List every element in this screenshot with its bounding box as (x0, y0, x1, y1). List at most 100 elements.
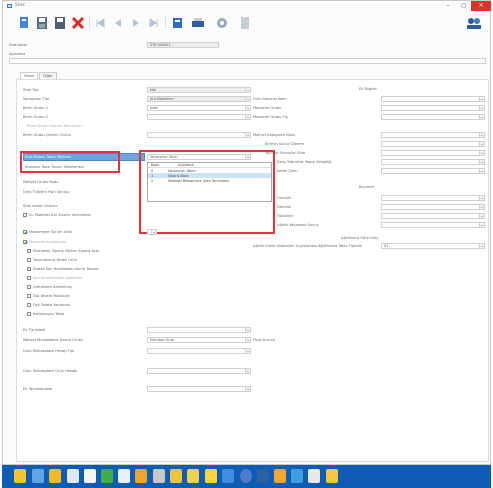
chevron-down-icon[interactable] (479, 244, 484, 248)
chevron-down-icon[interactable] (479, 214, 484, 218)
chevron-down-icon[interactable] (245, 387, 250, 391)
chevron-down-icon[interactable] (479, 169, 484, 173)
checkbox[interactable] (27, 294, 31, 298)
stok-tipi-field[interactable]: Mal (147, 87, 251, 93)
right-field[interactable] (381, 141, 485, 147)
checkbox-row[interactable]: Ekonomik Sipariş Miktarı Sipariş Ayar (27, 248, 100, 254)
chevron-down-icon[interactable] (245, 328, 250, 332)
mail-icon[interactable] (67, 469, 79, 483)
folder-icon[interactable] (14, 469, 26, 483)
chevron-down-icon[interactable] (479, 223, 484, 227)
right-field[interactable] (381, 114, 485, 120)
tool-icon[interactable] (153, 469, 165, 483)
checkbox[interactable] (27, 303, 31, 307)
prev-record-icon[interactable] (111, 15, 125, 31)
first-record-icon[interactable] (93, 15, 107, 31)
right-field[interactable] (381, 150, 485, 156)
save-close-icon[interactable] (53, 15, 67, 31)
checkbox-row[interactable]: Tüp Tabela Yapılacak (27, 293, 70, 299)
urun-hesap-tipi-field[interactable] (147, 348, 251, 354)
ek-tip-field[interactable] (147, 327, 251, 333)
tab-diger[interactable]: Diğer (39, 72, 57, 79)
right-field[interactable] (381, 204, 485, 210)
sheet-icon[interactable] (101, 469, 113, 483)
cevrim-grubu-field[interactable] (147, 132, 251, 138)
checkbox[interactable] (27, 267, 31, 271)
right-field[interactable] (381, 96, 485, 102)
checkbox[interactable] (27, 276, 31, 280)
right-field[interactable] (381, 213, 485, 219)
chevron-down-icon[interactable] (245, 88, 250, 92)
maliyet-hesap-field[interactable]: Standart Grup (147, 337, 251, 343)
chevron-down-icon[interactable] (479, 151, 484, 155)
checkbox-row[interactable]: Stokta Son Hareketten Sonra Taşındı (27, 266, 99, 272)
aciklama-field[interactable] (9, 58, 486, 64)
checkbox[interactable] (23, 230, 27, 234)
chevron-down-icon[interactable] (479, 160, 484, 164)
chevron-down-icon[interactable] (245, 369, 250, 373)
report-icon[interactable] (171, 15, 185, 31)
checkbox-row[interactable]: Son Sıralamadaki Aşamalar (27, 275, 82, 281)
checkbox-row[interactable]: Üretimden Kaldırılmış (27, 284, 72, 290)
ek-tanimlamalar-field[interactable] (147, 386, 251, 392)
checkbox[interactable] (27, 312, 31, 316)
chevron-down-icon[interactable] (245, 97, 250, 101)
tab-genel[interactable]: Genel (20, 72, 39, 79)
right-field[interactable] (381, 132, 485, 138)
document-icon[interactable] (238, 15, 252, 31)
grid-icon[interactable] (205, 469, 217, 483)
last-record-icon[interactable] (147, 15, 161, 31)
chevron-down-icon[interactable] (245, 338, 250, 342)
checkbox-row[interactable]: Fişli Tabela Yapılacak (27, 302, 70, 308)
checkbox-row[interactable]: Su Maddesi İçin Sipariş Verilebilsin (23, 212, 91, 218)
folder-icon[interactable] (274, 469, 286, 483)
files-icon[interactable] (49, 469, 61, 483)
calendar-icon[interactable] (84, 469, 96, 483)
right-field[interactable] (381, 105, 485, 111)
notes-icon[interactable] (187, 469, 199, 483)
varsayilan-tipi-field[interactable]: Ara Mamülleri (147, 96, 251, 102)
star-icon[interactable] (326, 469, 338, 483)
stok-kodu-field[interactable]: STK 000001 (147, 42, 219, 48)
birim-grubu-1-field[interactable]: Adet (147, 105, 251, 111)
app-icon[interactable] (118, 469, 130, 483)
save-icon[interactable] (35, 15, 49, 31)
checkbox-row[interactable]: Kalibrasyon Takip (27, 311, 64, 317)
open-icon[interactable] (17, 15, 31, 31)
checkbox[interactable] (23, 213, 27, 217)
urun-hesabi-field[interactable] (147, 368, 251, 374)
chevron-down-icon[interactable] (479, 196, 484, 200)
sound-icon[interactable] (257, 469, 269, 483)
settings-icon[interactable] (240, 469, 252, 483)
next-record-icon[interactable] (129, 15, 143, 31)
checkbox-row[interactable]: Malzemede Sürüm Artık (23, 229, 72, 235)
checkbox-row[interactable]: Tanımlanmış Yedek Ürün (27, 257, 77, 263)
chevron-down-icon[interactable] (245, 115, 250, 119)
checkbox[interactable] (27, 258, 31, 262)
birim-grubu-2-field[interactable] (147, 114, 251, 120)
chevron-down-icon[interactable] (479, 142, 484, 146)
chevron-down-icon[interactable] (479, 115, 484, 119)
chevron-down-icon[interactable] (479, 106, 484, 110)
checkbox[interactable] (23, 240, 27, 244)
users-icon[interactable] (465, 15, 483, 31)
chart-icon[interactable] (135, 469, 147, 483)
chevron-down-icon[interactable] (479, 133, 484, 137)
checkbox[interactable] (27, 285, 31, 289)
close-button[interactable]: ✕ (471, 1, 491, 11)
pencil-icon[interactable] (170, 469, 182, 483)
right-field[interactable] (381, 195, 485, 201)
chevron-down-icon[interactable] (479, 205, 484, 209)
music-icon[interactable] (291, 469, 303, 483)
network-icon[interactable] (222, 469, 234, 483)
explorer-icon[interactable] (32, 469, 44, 483)
chevron-down-icon[interactable] (245, 106, 250, 110)
right-field[interactable] (381, 168, 485, 174)
chevron-down-icon[interactable] (245, 349, 250, 353)
right-field[interactable] (381, 222, 485, 228)
settings-icon[interactable] (215, 15, 229, 31)
small-lookup-field[interactable] (147, 229, 157, 235)
stage-field[interactable]: 01 (381, 243, 485, 249)
maximize-button[interactable]: ▢ (456, 1, 472, 11)
print-icon[interactable] (191, 15, 205, 31)
